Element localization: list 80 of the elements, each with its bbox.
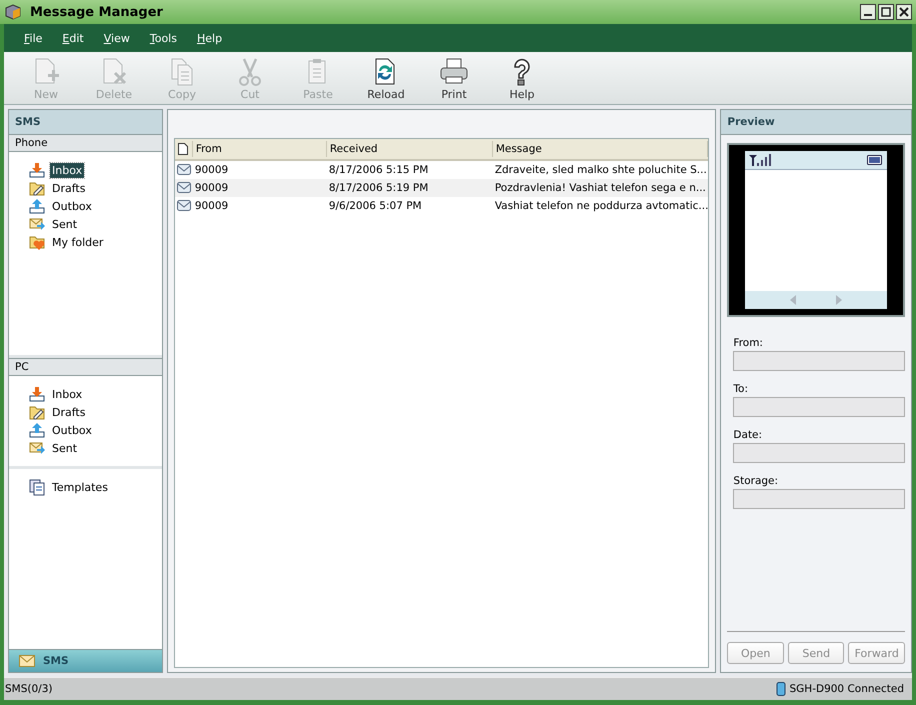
inbox-tray-icon xyxy=(30,386,44,401)
right-arrow-icon xyxy=(836,295,842,305)
folder-item[interactable]: Inbox xyxy=(29,386,162,402)
input-field[interactable] xyxy=(733,351,905,371)
folder-item[interactable]: Sent xyxy=(29,216,162,232)
outbox-tray-icon xyxy=(30,198,44,213)
maximize-icon xyxy=(879,5,893,19)
section-header: PC xyxy=(9,359,162,376)
table-cell-text: 9/6/2006 5:07 PM xyxy=(328,200,423,212)
menu-item[interactable]: Tools xyxy=(140,32,187,44)
printer-icon xyxy=(440,58,468,84)
phone-icon xyxy=(776,682,786,696)
input-field[interactable] xyxy=(733,397,905,417)
table-cell-text: 8/17/2006 5:19 PM xyxy=(328,182,430,194)
close-icon xyxy=(897,5,911,19)
inbox-tray-icon xyxy=(30,162,44,177)
table-cell-text: 8/17/2006 5:15 PM xyxy=(328,164,430,176)
section-header: Phone xyxy=(9,135,162,152)
input-field[interactable] xyxy=(733,443,905,463)
maximize-button[interactable] xyxy=(878,4,894,20)
folder-item[interactable]: My folder xyxy=(29,234,162,250)
panel-header: SMS xyxy=(9,110,162,135)
folder-item[interactable]: Inbox xyxy=(29,162,162,178)
toolbar-button[interactable]: Help xyxy=(488,52,556,104)
menu-item[interactable]: Help xyxy=(186,32,232,44)
input-field[interactable] xyxy=(733,489,905,509)
signal-icon xyxy=(749,154,774,166)
delete-document-icon xyxy=(104,58,126,84)
column-header[interactable]: Message xyxy=(492,141,708,157)
folder-heart-icon xyxy=(30,236,44,250)
toolbar-button[interactable]: Reload xyxy=(352,52,420,104)
table-cell-text: Vashiat telefon ne poddurza avtomatic... xyxy=(494,200,708,212)
table-cell-text: 90009 xyxy=(194,200,230,212)
field-label: To: xyxy=(733,383,750,395)
folder-item[interactable]: Drafts xyxy=(29,404,162,420)
sms-tab[interactable]: SMS xyxy=(9,649,162,672)
folder-pencil-icon xyxy=(30,406,44,419)
clipboard-icon xyxy=(308,59,326,84)
outbox-tray-icon xyxy=(30,422,44,437)
field-label: Date: xyxy=(733,429,764,441)
status-text: SMS(0/3) xyxy=(5,683,52,695)
left-arrow-icon xyxy=(790,295,796,305)
minimize-button[interactable] xyxy=(860,4,876,20)
table-cell-text: Pozdravlenia! Vashiat telefon sega e n... xyxy=(494,182,707,194)
table-cell-text: Zdraveite, sled malko shte poluchite S... xyxy=(494,164,708,176)
envelope-icon xyxy=(176,162,191,175)
window-title: Message Manager xyxy=(30,4,164,20)
column-header[interactable]: From xyxy=(192,141,327,157)
reload-icon xyxy=(376,58,394,84)
templates-icon xyxy=(30,479,44,495)
panel-header: Preview xyxy=(721,110,911,135)
envelope-icon xyxy=(176,180,191,193)
folder-pencil-icon xyxy=(30,182,44,195)
toolbar-button[interactable]: Print xyxy=(420,52,488,104)
folder-item[interactable]: Outbox xyxy=(29,422,162,438)
question-mark-icon xyxy=(514,58,530,86)
envelope-icon xyxy=(176,198,191,211)
app-cube-icon xyxy=(4,4,22,20)
table-cell-text: 90009 xyxy=(194,182,230,194)
folder-item[interactable]: Drafts xyxy=(29,180,162,196)
menu-item[interactable]: View xyxy=(94,32,140,44)
scissors-icon xyxy=(239,58,261,86)
folder-item[interactable]: Sent xyxy=(29,440,162,456)
column-header[interactable]: Received xyxy=(326,141,493,157)
minimize-icon xyxy=(864,14,872,16)
envelope-icon xyxy=(19,655,35,667)
document-icon xyxy=(178,143,188,155)
close-button[interactable] xyxy=(896,4,912,20)
table-cell-text: 90009 xyxy=(194,164,230,176)
new-document-icon xyxy=(36,58,59,84)
folder-item[interactable]: Templates xyxy=(29,479,162,495)
tab-label: SMS xyxy=(43,655,69,667)
folder-item[interactable]: Outbox xyxy=(29,198,162,214)
menu-item[interactable]: File xyxy=(14,32,52,44)
field-label: Storage: xyxy=(733,475,780,487)
copy-icon xyxy=(172,58,192,86)
connection-status: SGH-D900 Connected xyxy=(790,683,904,695)
field-label: From: xyxy=(733,337,764,349)
menu-item[interactable]: Edit xyxy=(52,32,94,44)
battery-icon xyxy=(867,155,883,165)
